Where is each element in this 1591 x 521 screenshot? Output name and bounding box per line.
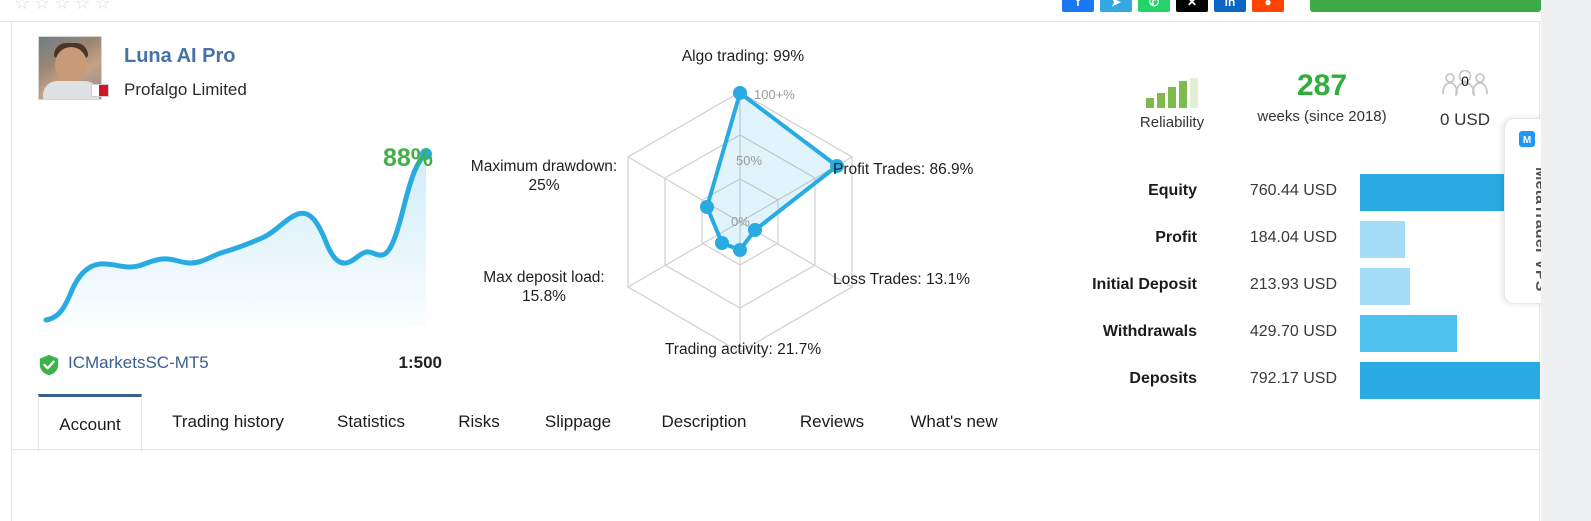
svg-text:M: M [1523,135,1531,146]
profile-name[interactable]: Luna AI Pro [124,45,235,68]
radar-label-profit-trades: Profit Trades: 86.9% [833,161,974,178]
stat-label: Withdrawals [1102,323,1197,340]
telegram-share-icon[interactable]: ➤ [1100,0,1132,12]
reddit-share-icon[interactable]: ● [1252,0,1284,12]
tab-underline [12,449,1541,450]
balance-stats: Equity 760.44 USD Profit 184.04 USD Init… [1092,174,1545,409]
broker-name[interactable]: ICMarketsSC-MT5 [68,353,209,373]
radar-chart[interactable]: 100+% 50% 0% Algo trading: 99% Profit Tr… [471,48,1018,372]
kpi-age-label: weeks (since 2018) [1257,108,1387,125]
stat-value: 792.17 USD [1249,370,1337,387]
kpi-age: 287 weeks (since 2018) [1242,69,1402,126]
table-row: Deposits 792.17 USD [1102,362,1542,409]
stat-value: 760.44 USD [1249,182,1337,199]
radar-label-max-deposit-load: Max deposit load: 15.8% [483,269,605,305]
kpi-age-value: 287 [1296,69,1348,102]
stat-label: Deposits [1129,370,1197,387]
stat-label: Initial Deposit [1092,276,1197,293]
stat-value: 429.70 USD [1249,323,1337,340]
kpi-row: Reliability 287 weeks (since 2018) 0 0 U… [1102,66,1522,156]
primary-cta-button[interactable] [1310,0,1541,12]
radar-label-maximum-drawdown: Maximum drawdown: 25% [470,158,618,194]
tab-label: Description [661,412,747,431]
profile-page: ☆ ☆ ☆ ☆ ☆ f ➤ ✆ ✕ in ● Luna AI Pro Profa… [0,0,1591,521]
tab-description[interactable]: Description [644,394,764,450]
tab-label: Slippage [544,412,612,431]
growth-chart-svg [43,148,432,326]
verified-shield-icon [39,354,59,376]
tab-reviews[interactable]: Reviews [782,394,882,450]
growth-percent: 88% [383,144,434,172]
radar-tick-0: 0% [731,214,750,229]
radar-label-algo-trading: Algo trading: 99% [681,48,805,65]
star-icon[interactable]: ☆ [74,0,90,12]
malta-flag-icon [91,84,109,97]
stat-bar [1360,268,1410,305]
top-strip: ☆ ☆ ☆ ☆ ☆ f ➤ ✆ ✕ in ● [0,0,1591,22]
metatrader-icon: M [1519,131,1535,147]
tab-label: What's new [910,412,998,431]
tab-label: Trading history [172,412,284,431]
radar-label-loss-trades: Loss Trades: 13.1% [833,271,970,288]
stat-bar [1360,315,1457,352]
stat-bar [1360,362,1540,399]
stat-value: 184.04 USD [1249,229,1337,246]
star-icon[interactable]: ☆ [14,0,30,12]
kpi-reliability-label: Reliability [1139,114,1205,131]
whatsapp-share-icon[interactable]: ✆ [1138,0,1170,12]
tab-bar: Account Trading history Statistics Risks… [38,394,1138,452]
tab-whats-new[interactable]: What's new [896,394,1012,450]
stat-value: 213.93 USD [1249,276,1337,293]
tab-account[interactable]: Account [38,394,142,452]
signal-card: Luna AI Pro Profalgo Limited 88% ICMarke… [11,22,1545,521]
table-row: Profit 184.04 USD [1102,221,1542,268]
facebook-share-icon[interactable]: f [1062,0,1094,12]
broker-row: ICMarketsSC-MT5 1:500 [38,352,442,380]
tab-label: Risks [458,412,500,431]
stat-label: Profit [1155,229,1197,246]
growth-chart[interactable]: 88% [38,130,438,330]
radar-chart-svg: 100+% 50% 0% [627,86,853,353]
stat-label: Equity [1148,182,1197,199]
radar-series [705,91,839,252]
tab-label: Statistics [336,412,406,431]
tab-label: Reviews [799,412,865,431]
tab-risks[interactable]: Risks [444,394,514,450]
table-row: Initial Deposit 213.93 USD [1092,268,1542,315]
tab-slippage[interactable]: Slippage [528,394,628,450]
avatar-face [55,47,87,81]
tab-trading-history[interactable]: Trading history [158,394,298,450]
page-gutter [1541,0,1591,521]
radar-tick-50: 50% [736,153,762,168]
people-group-icon: 0 [1437,69,1493,104]
star-icon[interactable]: ☆ [95,0,111,12]
table-row: Withdrawals 429.70 USD [1102,315,1542,362]
leverage-value: 1:500 [398,353,442,372]
profile-header: Luna AI Pro Profalgo Limited [38,36,458,116]
radar-tick-100: 100+% [754,87,795,102]
signal-bars-icon [1102,78,1242,108]
tab-statistics[interactable]: Statistics [316,394,426,450]
table-row: Equity 760.44 USD [1102,174,1545,221]
linkedin-share-icon[interactable]: in [1214,0,1246,12]
tab-label: Account [59,414,121,434]
star-icon[interactable]: ☆ [34,0,50,12]
x-share-icon[interactable]: ✕ [1176,0,1208,12]
star-icon[interactable]: ☆ [54,0,70,12]
rating-stars[interactable]: ☆ ☆ ☆ ☆ ☆ [14,0,111,12]
subscribers-badge: 0 [1461,73,1469,89]
profile-company: Profalgo Limited [124,80,247,99]
kpi-reliability: Reliability [1102,78,1242,131]
radar-label-trading-activity: Trading activity: 21.7% [664,341,822,358]
stat-bar [1360,221,1405,258]
social-share-bar: f ➤ ✆ ✕ in ● [1062,0,1284,12]
